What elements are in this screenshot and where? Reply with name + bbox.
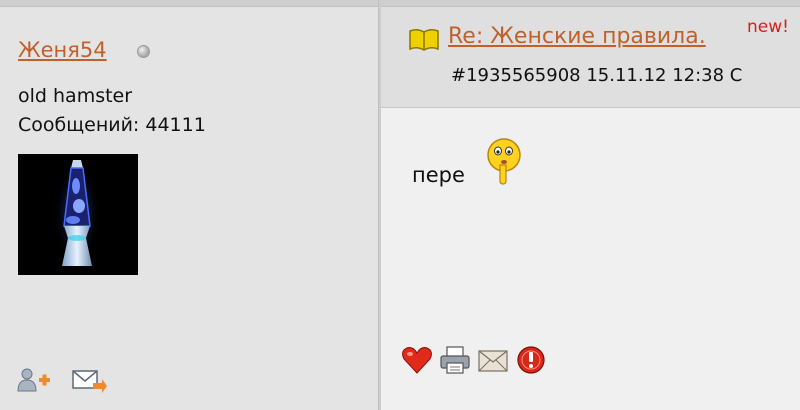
post-meta: #1935565908 15.11.12 12:38 C <box>451 65 743 86</box>
user-post-count: Сообщений: 44111 <box>18 114 206 136</box>
top-divider <box>0 0 800 7</box>
post-body: пере <box>381 108 800 410</box>
book-icon <box>408 28 440 56</box>
post-text: пере <box>412 163 465 187</box>
user-title: old hamster <box>18 85 133 107</box>
username-link[interactable]: Женя54 <box>18 38 107 62</box>
send-message-icon[interactable] <box>71 367 108 397</box>
avatar <box>18 154 138 275</box>
email-icon[interactable] <box>477 345 509 379</box>
online-status-indicator <box>137 45 150 58</box>
new-badge: new! <box>747 17 789 37</box>
lava-lamp-avatar <box>18 154 138 275</box>
user-info-panel: Женя54 old hamster Сообщений: 44111 <box>0 7 378 410</box>
add-friend-icon[interactable] <box>16 367 52 397</box>
report-icon[interactable] <box>515 345 547 379</box>
heart-icon[interactable] <box>401 345 433 379</box>
user-actions <box>16 367 108 397</box>
print-icon[interactable] <box>439 345 471 379</box>
post-subject-link[interactable]: Re: Женские правила. <box>448 24 706 49</box>
silence-smiley-icon <box>485 137 523 189</box>
post-actions <box>401 345 548 379</box>
post-header: Re: Женские правила. new! #1935565908 15… <box>381 7 800 108</box>
